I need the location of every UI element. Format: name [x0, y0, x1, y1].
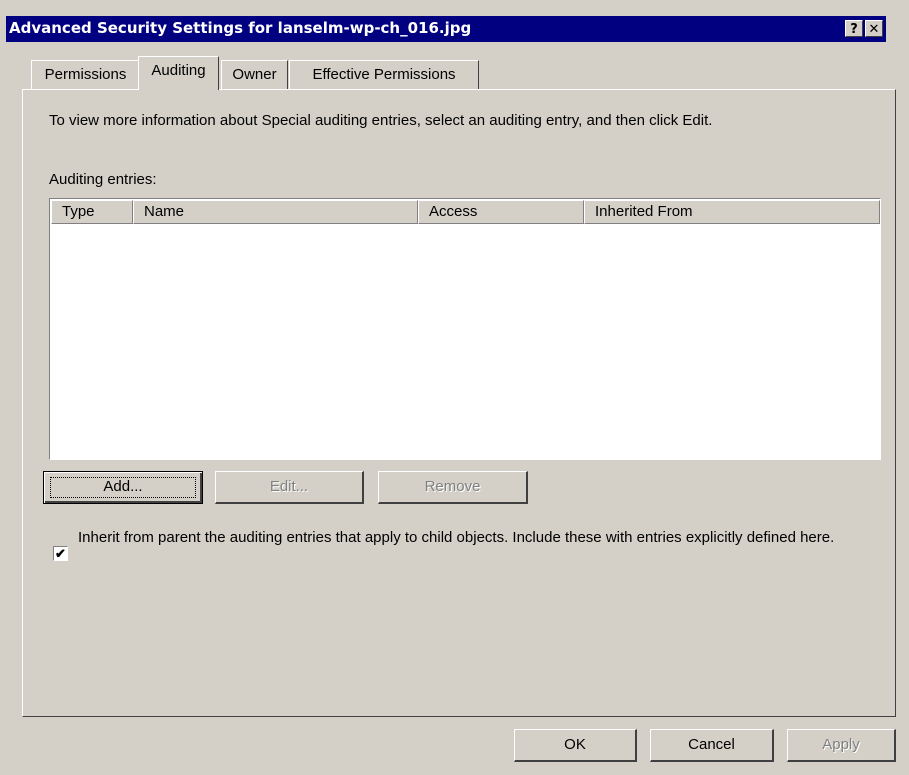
- edit-button-label: Edit...: [269, 478, 309, 495]
- tab-owner[interactable]: Owner: [221, 60, 288, 89]
- auditing-panel: To view more information about Special a…: [22, 89, 896, 717]
- help-button[interactable]: ?: [845, 20, 863, 37]
- edit-button[interactable]: Edit...: [215, 471, 364, 504]
- tab-permissions-label: Permissions: [44, 66, 127, 83]
- remove-button-label: Remove: [424, 478, 481, 495]
- column-header-name[interactable]: Name: [133, 200, 418, 224]
- checkmark-icon: ✔: [55, 546, 66, 561]
- apply-button[interactable]: Apply: [787, 729, 896, 762]
- auditing-entries-list[interactable]: Type Name Access Inherited From: [49, 198, 881, 460]
- info-text: To view more information about Special a…: [49, 112, 713, 129]
- tab-effective-permissions[interactable]: Effective Permissions: [289, 60, 479, 89]
- tab-auditing[interactable]: Auditing: [138, 56, 219, 90]
- inherit-checkbox[interactable]: ✔: [53, 546, 68, 561]
- title-bar[interactable]: Advanced Security Settings for lanselm-w…: [6, 16, 886, 42]
- column-header-type[interactable]: Type: [51, 200, 133, 224]
- security-settings-dialog: Advanced Security Settings for lanselm-w…: [0, 0, 909, 775]
- ok-button[interactable]: OK: [514, 729, 637, 762]
- column-header-access[interactable]: Access: [418, 200, 584, 224]
- add-button[interactable]: Add...: [43, 471, 203, 504]
- close-button[interactable]: ✕: [865, 20, 883, 37]
- ok-button-label: OK: [564, 736, 586, 753]
- auditing-entries-label: Auditing entries:: [49, 171, 157, 188]
- window-title: Advanced Security Settings for lanselm-w…: [9, 19, 472, 37]
- remove-button[interactable]: Remove: [378, 471, 528, 504]
- inherit-checkbox-label[interactable]: Inherit from parent the auditing entries…: [78, 528, 878, 547]
- cancel-button-label: Cancel: [688, 736, 735, 753]
- tab-owner-label: Owner: [232, 66, 277, 83]
- cancel-button[interactable]: Cancel: [650, 729, 774, 762]
- tab-permissions[interactable]: Permissions: [31, 60, 140, 89]
- tab-auditing-label: Auditing: [151, 62, 206, 79]
- focus-rect: [50, 477, 196, 498]
- apply-button-label: Apply: [822, 736, 860, 753]
- tab-effective-permissions-label: Effective Permissions: [312, 66, 456, 83]
- column-header-inherited-from[interactable]: Inherited From: [584, 200, 880, 224]
- list-header: Type Name Access Inherited From: [51, 200, 880, 224]
